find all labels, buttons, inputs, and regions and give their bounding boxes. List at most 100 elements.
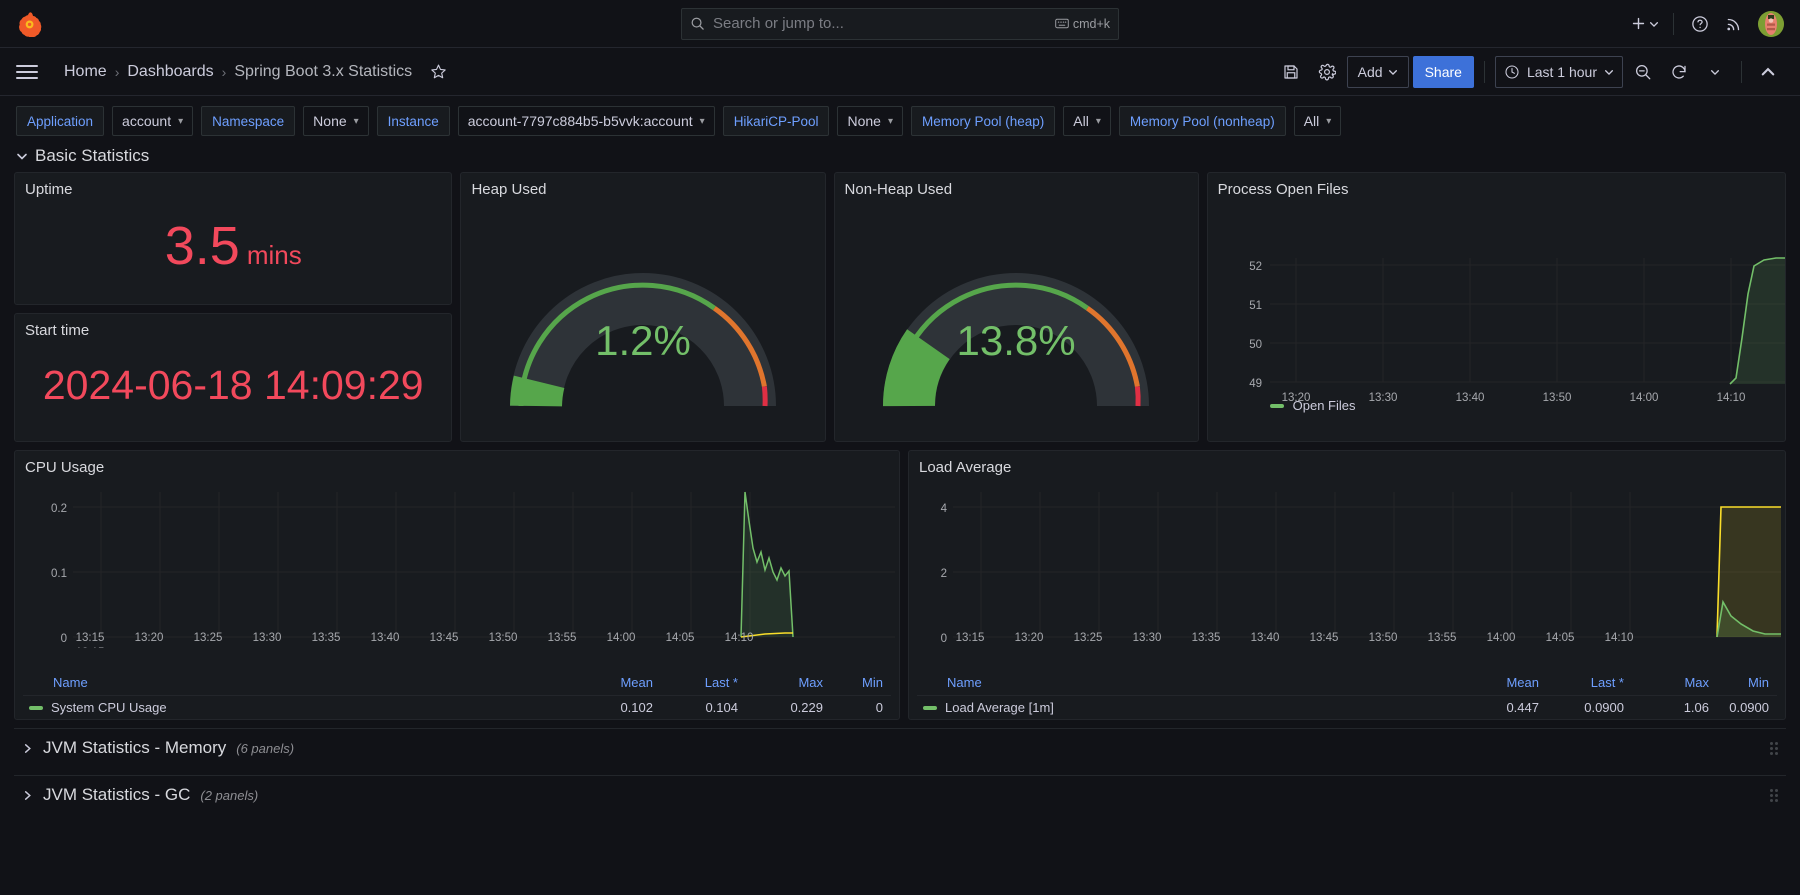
legend-col-mean[interactable]: Mean [1447,673,1547,696]
add-new-button[interactable] [1626,8,1663,40]
variable-value-hikaricp-pool[interactable]: None ▾ [837,106,903,136]
open-files-legend[interactable]: Open Files [1269,398,1356,413]
chevron-down-icon: ▾ [353,115,359,127]
gear-icon[interactable] [1311,56,1343,88]
cpu-usage-chart: 0.2 0.1 0 13:15 13:20 13:25 13:30 13:35 … [15,476,899,659]
row-drag-handle-icon[interactable] [1770,788,1778,802]
variable-value-instance[interactable]: account-7797c884b5-b5vvk:account ▾ [457,106,715,136]
legend-col-last[interactable]: Last * [1547,673,1632,696]
panel-title-uptime: Uptime [25,181,73,198]
legend-col-last[interactable]: Last * [661,673,746,696]
user-avatar[interactable] [1758,10,1784,37]
menu-toggle-icon[interactable] [16,57,46,87]
panel-cpu-usage[interactable]: CPU Usage 0.2 0.1 0 13:15 13:20 13:25 13… [14,450,900,720]
variable-selected-namespace: None [313,113,347,129]
breadcrumb-item-dashboards[interactable]: Dashboards [127,63,213,81]
refresh-icon[interactable] [1663,56,1695,88]
heap-used-gauge: 1.2% [461,198,824,428]
variable-label-hikaricp-pool: HikariCP-Pool [722,106,830,136]
news-rss-icon[interactable] [1718,8,1750,40]
search-bar[interactable]: Search or jump to... cmd+k [681,7,1119,40]
panel-nonheap-used[interactable]: Non-Heap Used 13.8% [833,172,1199,442]
legend-col-min[interactable]: Min [1717,673,1777,696]
legend-col-max[interactable]: Max [1632,673,1717,696]
collapse-toolbar-icon[interactable] [1752,56,1784,88]
ytick-01: 0.1 [51,568,67,580]
breadcrumb-item-home[interactable]: Home [64,63,107,81]
legend-row-process-cpu[interactable]: Process CPU Usage 0.00203 0.00582 0.0058… [23,720,891,721]
row-header-jvm-gc[interactable]: JVM Statistics - GC (2 panels) [14,775,1786,814]
panel-title-cpu-usage: CPU Usage [25,459,105,476]
xtick-1400: 14:00 [1629,392,1658,404]
refresh-interval-dropdown[interactable] [1699,56,1731,88]
start-time-value: 2024-06-18 14:09:29 [42,361,424,408]
legend-col-min[interactable]: Min [831,673,891,696]
load-average-max: 1.06 [1632,695,1717,719]
xtick-1350: 13:50 [1542,392,1571,404]
breadcrumb: Home › Dashboards › Spring Boot 3.x Stat… [64,63,447,81]
search-input-placeholder[interactable]: Search or jump to... [713,15,1047,32]
variable-value-memory-pool-nonheap[interactable]: All ▾ [1293,106,1342,136]
variable-memory-pool-heap: Memory Pool (heap) All ▾ [910,106,1111,136]
row-title-jvm-memory: JVM Statistics - Memory [43,738,227,757]
row-count-jvm-gc: (2 panels) [200,787,259,803]
panel-process-open-files[interactable]: Process Open Files 52 51 50 49 13:20 13:… [1206,172,1786,442]
panel-start-time[interactable]: Start time 2024-06-18 14:09:29 [14,313,453,442]
legend-swatch-open-files [1269,403,1284,408]
process-cpu-mean: 0.00203 [561,720,661,721]
star-favorite-icon[interactable] [430,63,447,80]
row-header-basic-statistics[interactable]: Basic Statistics [0,144,1800,172]
legend-col-name[interactable]: Name [23,673,561,696]
uptime-value-group: 3.5 mins [165,219,302,273]
variable-selected-application: account [122,113,172,129]
save-dashboard-icon[interactable] [1275,56,1307,88]
variable-memory-pool-nonheap: Memory Pool (nonheap) All ▾ [1118,106,1342,136]
gauge-arc-nonheap [883,272,1150,407]
share-button[interactable]: Share [1412,55,1474,88]
add-panel-button[interactable]: Add [1346,55,1409,88]
legend-row-system-cpu[interactable]: System CPU Usage 0.102 0.104 0.229 0 [23,695,891,719]
panel-heap-used[interactable]: Heap Used 1.2% [460,172,826,442]
legend-row-cpu-core-size[interactable]: CPU Core Size 4 4 4 4 [917,720,1777,721]
series-name-system-cpu: System CPU Usage [29,700,553,715]
chevron-right-icon [22,790,33,801]
variable-label-namespace: Namespace [201,106,296,136]
row-drag-handle-icon[interactable] [1770,741,1778,755]
breadcrumb-separator: › [114,63,120,80]
chevron-down-icon [1605,69,1613,75]
variable-label-application: Application [16,106,105,136]
system-cpu-min: 0 [831,695,891,719]
legend-col-mean[interactable]: Mean [561,673,661,696]
top-navigation-bar: Search or jump to... cmd+k [0,0,1800,48]
chevron-down-icon: ▾ [699,115,705,127]
legend-col-name[interactable]: Name [917,673,1447,696]
variable-hikaricp-pool: HikariCP-Pool None ▾ [722,106,903,136]
time-range-picker[interactable]: Last 1 hour [1494,55,1623,88]
panel-title-load-average: Load Average [919,459,1012,476]
legend-header-row: Name Mean Last * Max Min [23,673,891,696]
clock-icon [1505,64,1519,79]
add-panel-label: Add [1357,63,1383,80]
legend-swatch-load-average [923,705,937,710]
variable-value-namespace[interactable]: None ▾ [303,106,369,136]
ytick-49: 49 [1249,378,1262,390]
variable-selected-hikaricp-pool: None [847,113,881,129]
legend-row-load-average-1m[interactable]: Load Average [1m] 0.447 0.0900 1.06 0.09… [917,695,1777,719]
ytick-4: 4 [941,503,948,515]
chevron-down-icon: ▾ [887,115,893,127]
variable-value-memory-pool-heap[interactable]: All ▾ [1063,106,1111,136]
help-circle-icon[interactable] [1684,8,1716,40]
variable-value-application[interactable]: account ▾ [112,106,194,136]
row-title-jvm-gc: JVM Statistics - GC [43,785,191,804]
load-average-min: 0.0900 [1717,695,1777,719]
grafana-logo-icon[interactable] [16,10,44,38]
panel-uptime[interactable]: Uptime 3.5 mins [14,172,453,305]
breadcrumb-item-current[interactable]: Spring Boot 3.x Statistics [234,63,412,81]
panel-load-average[interactable]: Load Average 4 2 0 13:15 13:20 13:25 13:… [908,450,1786,720]
legend-col-max[interactable]: Max [746,673,831,696]
shortcut-label: cmd+k [1072,16,1110,31]
ytick-50: 50 [1249,339,1262,351]
start-time-stat-body: 2024-06-18 14:09:29 [15,339,451,431]
zoom-out-icon[interactable] [1627,56,1659,88]
row-header-jvm-memory[interactable]: JVM Statistics - Memory (6 panels) [14,728,1786,767]
